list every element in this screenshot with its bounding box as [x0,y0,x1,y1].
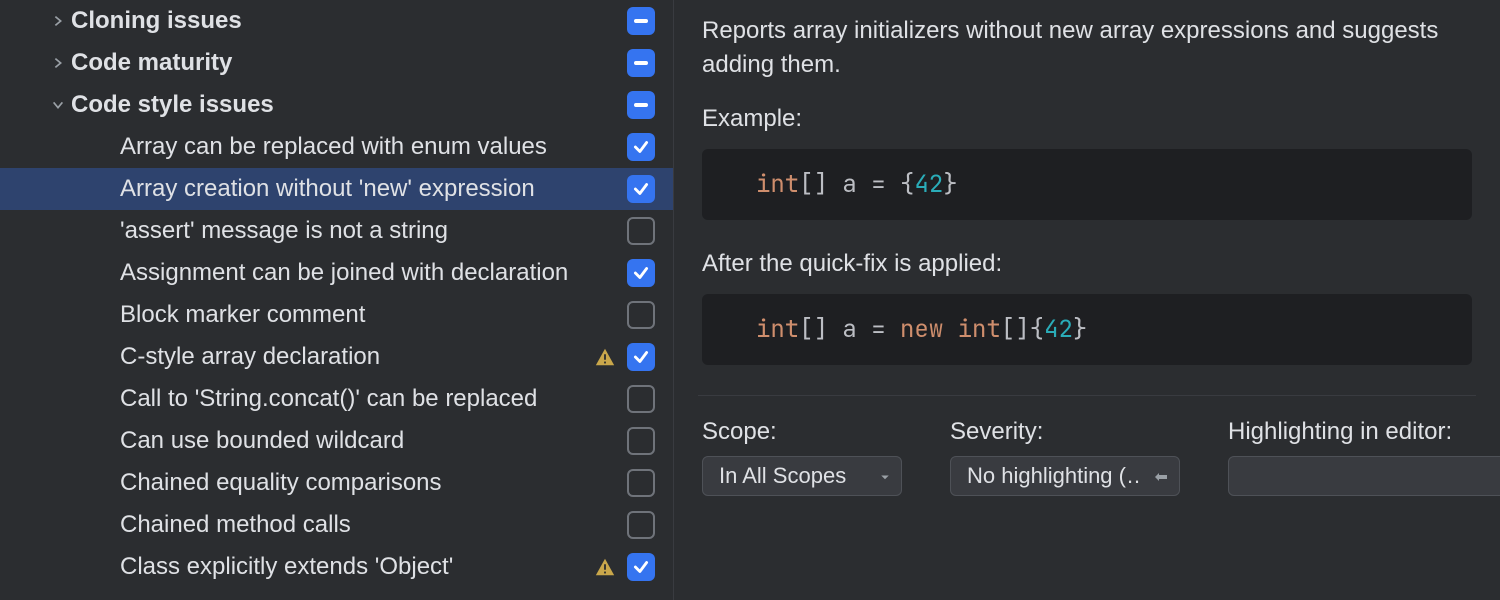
tree-item-label: C-style array declaration [120,343,593,371]
code-after: int[] a = new int[]{42} [702,294,1472,365]
tree-item[interactable]: Can use bounded wildcard [0,420,673,462]
tree-item[interactable]: C-style array declaration [0,336,673,378]
checkbox-unchecked[interactable] [627,469,655,497]
code-before: int[] a = {42} [702,149,1472,220]
tree-item[interactable]: Call to 'String.concat()' can be replace… [0,378,673,420]
inspection-controls: Scope: In All Scopes Severity: No highli… [702,418,1472,496]
tree-item-label: Array creation without 'new' expression [120,175,627,203]
checkbox-indeterminate[interactable] [627,49,655,77]
tree-item-label: Array can be replaced with enum values [120,133,627,161]
scope-label: Scope: [702,418,902,446]
tree-item-label: Block marker comment [120,301,627,329]
chevron-right-icon [45,14,71,28]
inspection-description: Reports array initializers without new a… [702,14,1472,81]
tree-item-label: Call to 'String.concat()' can be replace… [120,385,627,413]
tree-group-code-style-issues[interactable]: Code style issues [0,84,673,126]
checkbox-indeterminate[interactable] [627,91,655,119]
tree-item-label: Class explicitly extends 'Object' [120,553,593,581]
tree-group-code-maturity[interactable]: Code maturity [0,42,673,84]
checkbox-checked[interactable] [627,259,655,287]
severity-icon [1153,463,1169,489]
checkbox-checked[interactable] [627,133,655,161]
checkbox-unchecked[interactable] [627,427,655,455]
tree-item[interactable]: Array can be replaced with enum values [0,126,673,168]
tree-item-label: Chained equality comparisons [120,469,627,497]
checkbox-unchecked[interactable] [627,385,655,413]
scope-combo[interactable]: In All Scopes [702,456,902,496]
inspection-tree: Cloning issues Code maturity Code style … [0,0,674,600]
highlight-combo[interactable] [1228,456,1500,496]
example-label: Example: [702,105,1472,133]
after-label: After the quick-fix is applied: [702,250,1472,278]
checkbox-checked[interactable] [627,553,655,581]
tree-item[interactable]: Chained equality comparisons [0,462,673,504]
chevron-down-icon [879,463,891,489]
checkbox-checked[interactable] [627,175,655,203]
tree-item[interactable]: Assignment can be joined with declaratio… [0,252,673,294]
tree-item[interactable]: Block marker comment [0,294,673,336]
checkbox-unchecked[interactable] [627,217,655,245]
inspection-details: Reports array initializers without new a… [674,0,1500,600]
tree-item[interactable]: Class explicitly extends 'Object' [0,546,673,588]
tree-item[interactable]: Chained method calls [0,504,673,546]
divider [698,395,1476,396]
tree-group-label: Code style issues [71,91,627,119]
checkbox-checked[interactable] [627,343,655,371]
highlight-label: Highlighting in editor: [1228,418,1500,446]
checkbox-unchecked[interactable] [627,301,655,329]
warning-icon [593,345,617,369]
tree-item-label: Assignment can be joined with declaratio… [120,259,627,287]
tree-group-label: Cloning issues [71,7,627,35]
tree-group-label: Code maturity [71,49,627,77]
tree-group-cloning-issues[interactable]: Cloning issues [0,0,673,42]
tree-item[interactable]: 'assert' message is not a string [0,210,673,252]
checkbox-unchecked[interactable] [627,511,655,539]
chevron-right-icon [45,56,71,70]
tree-item-label: Can use bounded wildcard [120,427,627,455]
severity-combo[interactable]: No highlighting (… [950,456,1180,496]
tree-item-label: Chained method calls [120,511,627,539]
warning-icon [593,555,617,579]
tree-item-label: 'assert' message is not a string [120,217,627,245]
chevron-down-icon [45,98,71,112]
tree-item[interactable]: Array creation without 'new' expression [0,168,673,210]
severity-label: Severity: [950,418,1180,446]
checkbox-indeterminate[interactable] [627,7,655,35]
